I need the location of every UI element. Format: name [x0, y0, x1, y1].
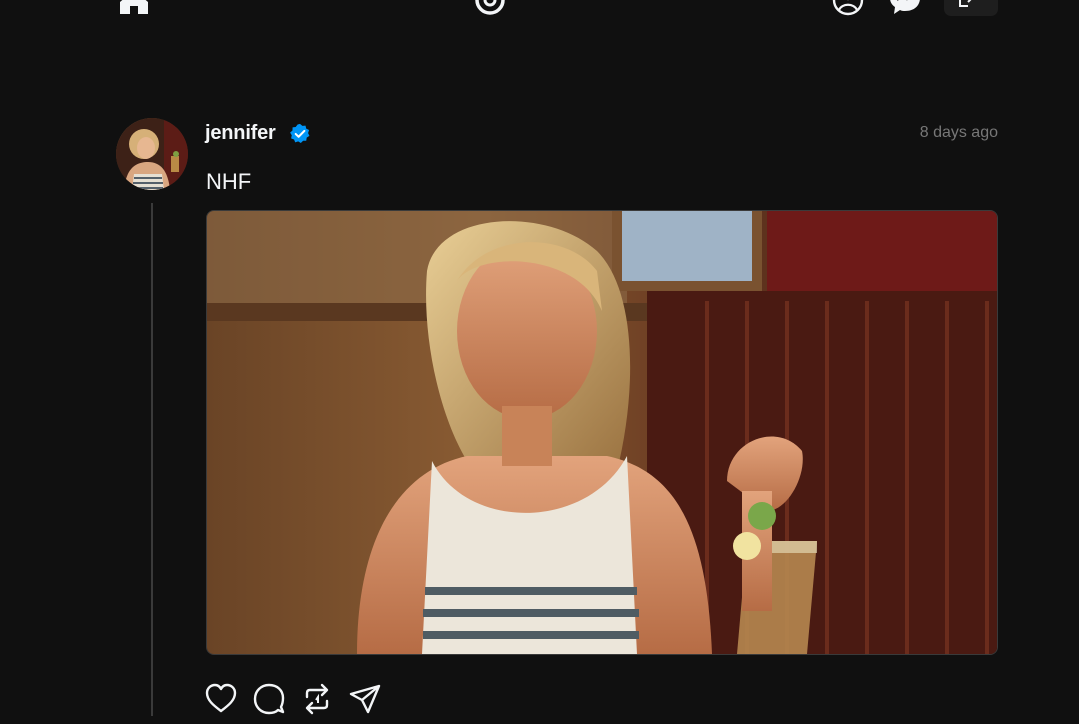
verified-badge-icon	[290, 123, 310, 143]
like-icon[interactable]	[204, 682, 238, 716]
repost-icon[interactable]	[300, 682, 334, 716]
thread-post: jennifer 8 days ago NHF	[0, 0, 1079, 724]
comment-icon[interactable]	[252, 682, 286, 716]
avatar-photo	[116, 118, 188, 190]
send-icon[interactable]	[348, 682, 382, 716]
username[interactable]: jennifer	[205, 122, 276, 145]
thread-line	[151, 203, 153, 716]
post-text: NHF	[206, 169, 252, 194]
post-photo	[207, 211, 997, 654]
post-timestamp[interactable]: 8 days ago	[920, 124, 998, 142]
post-image[interactable]	[206, 210, 998, 655]
avatar[interactable]	[116, 118, 188, 190]
